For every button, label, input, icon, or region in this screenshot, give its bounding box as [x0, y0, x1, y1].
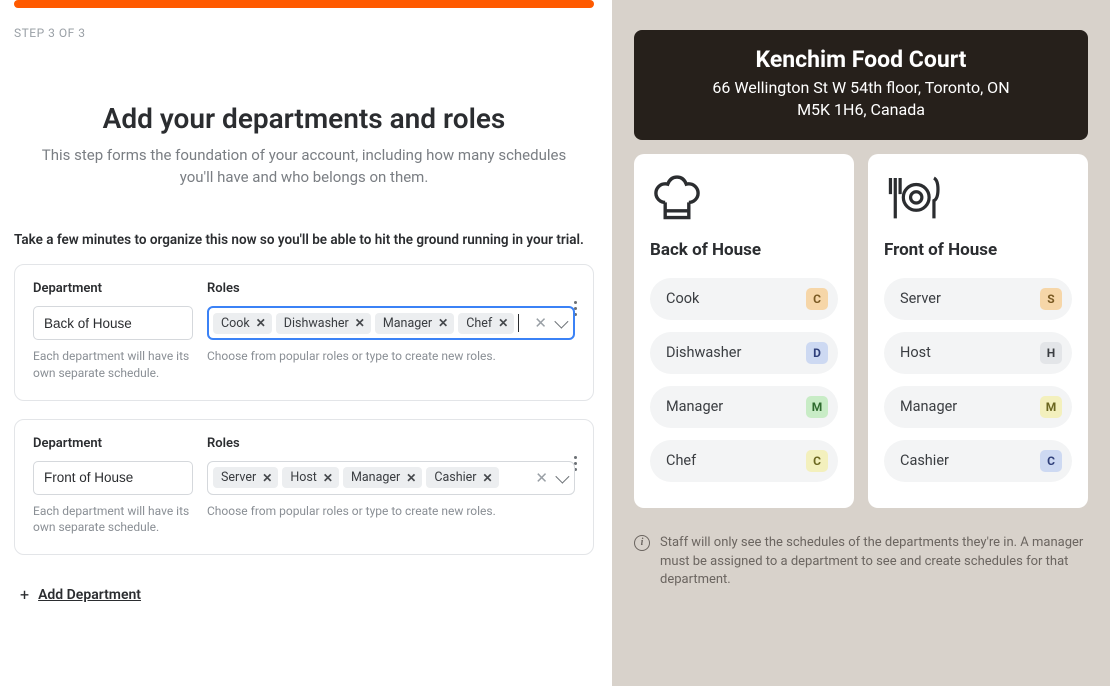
- department-name-input[interactable]: [33, 461, 193, 495]
- roles-multiselect[interactable]: Cook✕Dishwasher✕Manager✕Chef✕ ✕: [207, 306, 575, 340]
- preview-panel: Kenchim Food Court 66 Wellington St W 54…: [612, 0, 1110, 686]
- role-tag[interactable]: Chef✕: [458, 313, 514, 334]
- preview-role-pill: Host H: [884, 332, 1072, 374]
- preview-role-name: Dishwasher: [666, 344, 741, 361]
- role-tag[interactable]: Manager✕: [375, 313, 454, 334]
- preview-department-card: Back of House Cook C Dishwasher D Manage…: [634, 154, 854, 508]
- department-label: Department: [33, 436, 193, 451]
- preview-role-pill: Cashier C: [884, 440, 1072, 482]
- department-card: Department Each department will have its…: [14, 264, 594, 401]
- location-header: Kenchim Food Court 66 Wellington St W 54…: [634, 30, 1088, 140]
- department-name-input[interactable]: [33, 306, 193, 340]
- role-badge: C: [1040, 450, 1062, 472]
- add-department-label: Add Department: [38, 587, 141, 603]
- preview-role-pill: Chef C: [650, 440, 838, 482]
- remove-tag-icon[interactable]: ✕: [406, 471, 416, 485]
- chevron-down-icon[interactable]: [555, 469, 569, 483]
- step-label: STEP 3 OF 3: [14, 26, 594, 40]
- role-tag[interactable]: Dishwasher✕: [276, 313, 371, 334]
- preview-role-name: Cashier: [900, 452, 949, 469]
- preview-role-pill: Cook C: [650, 278, 838, 320]
- preview-role-pill: Manager M: [650, 386, 838, 428]
- preview-role-name: Host: [900, 344, 931, 361]
- roles-text-cursor[interactable]: [518, 314, 524, 332]
- roles-multiselect[interactable]: Server✕Host✕Manager✕Cashier✕ ✕: [207, 461, 575, 495]
- preview-role-name: Cook: [666, 290, 699, 307]
- role-badge: M: [1040, 396, 1062, 418]
- department-label: Department: [33, 281, 193, 296]
- info-note: i Staff will only see the schedules of t…: [634, 534, 1088, 591]
- role-badge: M: [806, 396, 828, 418]
- preview-department-card: Front of House Server S Host H Manager M…: [868, 154, 1088, 508]
- preview-role-name: Server: [900, 290, 941, 307]
- roles-helper: Choose from popular roles or type to cre…: [207, 503, 575, 520]
- remove-tag-icon[interactable]: ✕: [355, 316, 365, 330]
- department-helper: Each department will have its own separa…: [33, 503, 193, 537]
- location-address-2: M5K 1H6, Canada: [654, 99, 1068, 121]
- department-card: Department Each department will have its…: [14, 419, 594, 556]
- preview-department-title: Front of House: [884, 240, 1072, 260]
- clear-roles-icon[interactable]: ✕: [534, 314, 547, 332]
- preview-role-pill: Manager M: [884, 386, 1072, 428]
- info-note-text: Staff will only see the schedules of the…: [660, 534, 1088, 591]
- chef-hat-icon: [650, 172, 704, 226]
- remove-tag-icon[interactable]: ✕: [262, 471, 272, 485]
- chevron-down-icon[interactable]: [554, 315, 568, 329]
- add-department-button[interactable]: + Add Department: [20, 585, 141, 604]
- role-badge: S: [1040, 288, 1062, 310]
- location-name: Kenchim Food Court: [654, 46, 1068, 73]
- preview-department-title: Back of House: [650, 240, 838, 260]
- page-subtitle: This step forms the foundation of your a…: [30, 145, 578, 189]
- intro-text: Take a few minutes to organize this now …: [14, 231, 594, 251]
- location-address-1: 66 Wellington St W 54th floor, Toronto, …: [654, 77, 1068, 99]
- department-helper: Each department will have its own separa…: [33, 348, 193, 382]
- role-badge: C: [806, 288, 828, 310]
- info-icon: i: [634, 535, 650, 551]
- preview-role-pill: Server S: [884, 278, 1072, 320]
- remove-tag-icon[interactable]: ✕: [483, 471, 493, 485]
- progress-fill: [14, 0, 594, 8]
- role-tag[interactable]: Cashier✕: [426, 467, 498, 488]
- preview-role-name: Chef: [666, 452, 696, 469]
- clear-roles-icon[interactable]: ✕: [535, 469, 548, 487]
- setup-form-panel: STEP 3 OF 3 Add your departments and rol…: [0, 0, 612, 686]
- page-title: Add your departments and roles: [14, 102, 594, 135]
- role-tag[interactable]: Host✕: [282, 467, 339, 488]
- role-tag[interactable]: Cook✕: [213, 313, 272, 334]
- roles-helper: Choose from popular roles or type to cre…: [207, 348, 575, 365]
- progress-bar: [14, 0, 594, 8]
- role-tag[interactable]: Server✕: [213, 467, 278, 488]
- preview-role-name: Manager: [666, 398, 723, 415]
- remove-tag-icon[interactable]: ✕: [498, 316, 508, 330]
- remove-tag-icon[interactable]: ✕: [256, 316, 266, 330]
- roles-label: Roles: [207, 436, 575, 451]
- preview-role-pill: Dishwasher D: [650, 332, 838, 374]
- role-tag[interactable]: Manager✕: [343, 467, 422, 488]
- role-badge: D: [806, 342, 828, 364]
- role-badge: H: [1040, 342, 1062, 364]
- preview-role-name: Manager: [900, 398, 957, 415]
- dining-icon: [884, 172, 942, 226]
- plus-icon: +: [20, 585, 29, 604]
- remove-tag-icon[interactable]: ✕: [438, 316, 448, 330]
- remove-tag-icon[interactable]: ✕: [323, 471, 333, 485]
- role-badge: C: [806, 450, 828, 472]
- roles-label: Roles: [207, 281, 575, 296]
